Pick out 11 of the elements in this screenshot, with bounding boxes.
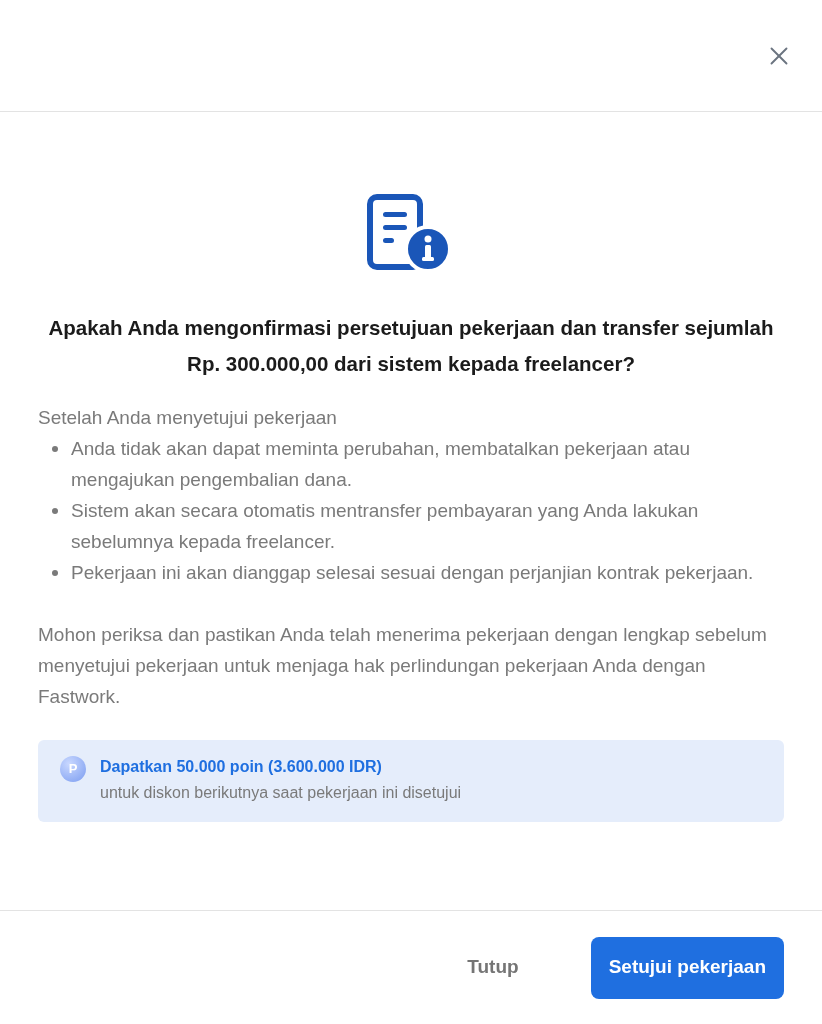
approve-button[interactable]: Setujui pekerjaan: [590, 936, 784, 999]
close-text-button[interactable]: Tutup: [443, 936, 543, 999]
bullet-text: Sistem akan secara otomatis mentransfer pembayaran yang Anda lakukan sebelumnya kepada freelancer.: [71, 499, 700, 554]
points-detail: untuk diskon berikutnya saat pekerjaan ini disetujui: [100, 783, 462, 803]
dialog-title: Apakah Anda mengonfirmasi persetujuan pekerjaan dan transfer sejumlah Rp. 300.000,00 dari sistem kepada freelancer?: [47, 315, 775, 377]
points-headline: Dapatkan 50.000 poin (3.600.000 IDR): [100, 757, 383, 777]
bullet-text: Anda tidak akan dapat meminta perubahan, membatalkan pekerjaan atau mengajukan pengembalian dana.: [71, 437, 691, 492]
note-text: Mohon periksa dan pastikan Anda telah menerima pekerjaan dengan lengkap sebelum menyetujui pekerjaan untuk menjaga hak perlindungan pekerjaan Anda dengan Fastwork.: [38, 623, 768, 709]
intro-text: Setelah Anda menyetujui pekerjaan: [38, 406, 338, 430]
bullet-text: Pekerjaan ini akan dianggap selesai sesuai dengan perjanjian kontrak pekerjaan.: [71, 561, 754, 585]
points-coin: P: [60, 756, 86, 782]
